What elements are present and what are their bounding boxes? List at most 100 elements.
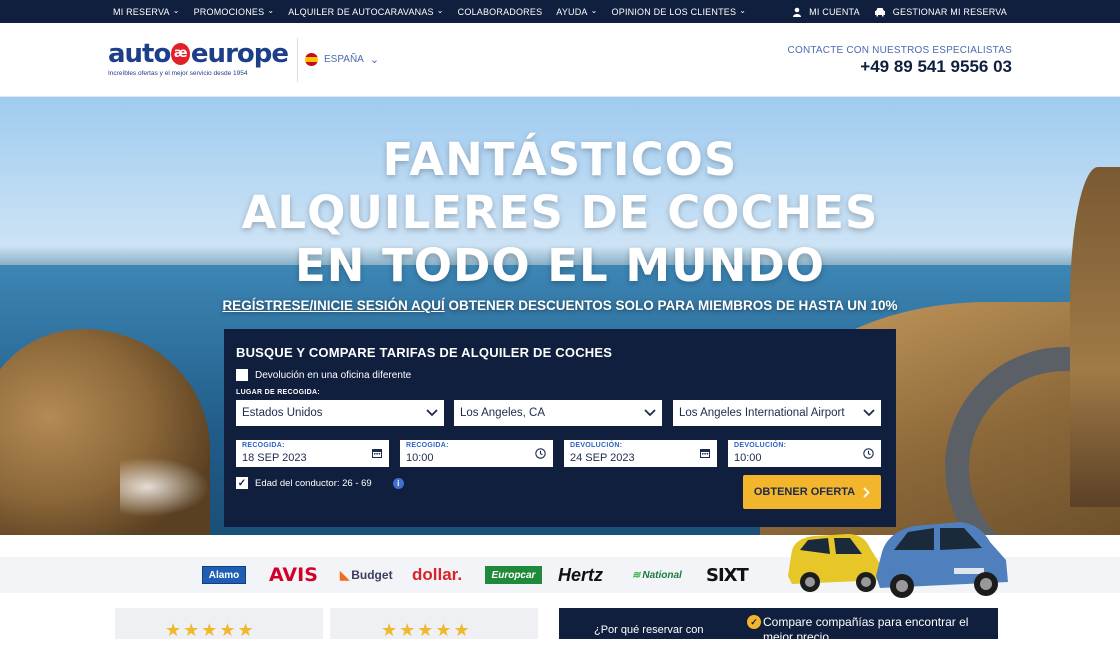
chevron-right-icon xyxy=(863,486,870,498)
country-selector[interactable]: ESPAÑA ⌄ xyxy=(305,53,379,66)
chevron-down-icon: ⌄ xyxy=(590,6,598,15)
chevron-down-icon: ⌄ xyxy=(739,6,747,15)
chevron-down-icon xyxy=(863,409,875,417)
nav-mi-reserva[interactable]: MI RESERVA ⌄ xyxy=(113,6,180,17)
national-mark-icon: ≋ xyxy=(632,569,641,581)
pickup-location-label: LUGAR DE RECOGIDA: xyxy=(236,389,320,396)
country-label: ESPAÑA xyxy=(324,54,364,65)
pickup-date-field[interactable]: RECOGIDA: 18 SEP 2023 xyxy=(236,440,389,467)
nav-opinion[interactable]: OPINION DE LOS CLIENTES ⌄ xyxy=(611,6,747,17)
nav-ayuda[interactable]: AYUDA ⌄ xyxy=(556,6,598,17)
cars-illustration xyxy=(788,522,1008,598)
benefit-text: Compare compañías para encontrar el mejo… xyxy=(763,615,969,644)
budget-logo: ◣ Budget xyxy=(340,566,393,584)
calendar-icon xyxy=(700,449,710,458)
get-offer-label: OBTENER OFERTA xyxy=(753,486,856,498)
my-account-link[interactable]: MI CUENTA xyxy=(792,7,860,17)
dollar-logo: dollar. xyxy=(412,565,463,584)
manage-booking-label: GESTIONAR MI RESERVA xyxy=(892,6,1007,17)
country-select-value: Estados Unidos xyxy=(242,407,323,419)
nav-label: OPINION DE LOS CLIENTES xyxy=(611,6,737,17)
nav-label: MI RESERVA xyxy=(113,6,170,17)
logo-auto: auto xyxy=(108,39,171,69)
europcar-logo: Europcar xyxy=(485,566,542,584)
search-form: BUSQUE Y COMPARE TARIFAS DE ALQUILER DE … xyxy=(224,329,896,527)
budget-mark-icon: ◣ xyxy=(340,568,350,582)
chevron-down-icon: ⌄ xyxy=(436,6,444,15)
return-time-value: 10:00 xyxy=(734,452,762,464)
nav-label: ALQUILER DE AUTOCARAVANAS xyxy=(288,6,434,17)
hero-headline-line3: EN TODO EL MUNDO xyxy=(295,239,825,292)
pickup-time-field[interactable]: RECOGIDA: 10:00 xyxy=(400,440,553,467)
budget-wordmark: Budget xyxy=(351,568,393,582)
top-nav-menu: MI RESERVA ⌄ PROMOCIONES ⌄ ALQUILER DE AUT… xyxy=(113,0,746,23)
hero-headline: FANTÁSTICOS ALQUILERES DE COCHES EN TODO… xyxy=(0,133,1120,292)
chevron-down-icon: ⌄ xyxy=(172,6,180,15)
header-divider xyxy=(297,38,298,82)
register-login-link[interactable]: REGÍSTRESE/INICIE SESIÓN AQUÍ xyxy=(222,298,444,313)
nav-label: COLABORADORES xyxy=(457,6,543,17)
my-account-label: MI CUENTA xyxy=(809,6,860,17)
manage-booking-link[interactable]: GESTIONAR MI RESERVA xyxy=(874,7,1007,17)
return-time-field[interactable]: DEVOLUCIÓN: 10:00 xyxy=(728,440,881,467)
chevron-down-icon xyxy=(426,409,438,417)
logo-ae-mark: æ xyxy=(171,43,190,65)
city-select[interactable]: Los Angeles, CA xyxy=(454,400,662,426)
site-header: auto æ europe Increíbles ofertas y el me… xyxy=(0,23,1120,97)
rating-stars-2: ★★★★★ xyxy=(381,620,472,640)
why-book-text: ¿Por qué reservar con xyxy=(594,624,704,636)
yellow-car-image xyxy=(788,534,884,592)
pickup-date-label: RECOGIDA: xyxy=(242,442,285,449)
member-promo: REGÍSTRESE/INICIE SESIÓN AQUÍ OBTENER DE… xyxy=(0,298,1120,313)
clock-icon xyxy=(535,448,546,459)
driver-age-label: Edad del conductor: 26 - 69 xyxy=(255,477,372,489)
promo-text: OBTENER DESCUENTOS SOLO PARA MIEMBROS DE… xyxy=(444,298,898,313)
alamo-logo: Alamo xyxy=(202,566,246,584)
hertz-logo: Hertz xyxy=(558,564,604,585)
logo-tagline: Increíbles ofertas y el mejor servicio d… xyxy=(108,70,248,77)
return-date-field[interactable]: DEVOLUCIÓN: 24 SEP 2023 xyxy=(564,440,717,467)
different-office-row: Devolución en una oficina diferente xyxy=(236,369,411,381)
nav-autocaravanas[interactable]: ALQUILER DE AUTOCARAVANAS ⌄ xyxy=(288,6,444,17)
return-time-label: DEVOLUCIÓN: xyxy=(734,442,787,449)
nav-promociones[interactable]: PROMOCIONES ⌄ xyxy=(193,6,275,17)
different-office-checkbox[interactable] xyxy=(236,369,248,381)
contact-label: CONTACTE CON NUESTROS ESPECIALISTAS xyxy=(787,45,1012,56)
country-select[interactable]: Estados Unidos xyxy=(236,400,444,426)
user-icon xyxy=(793,7,802,17)
different-office-label: Devolución en una oficina diferente xyxy=(255,369,412,381)
pickup-time-label: RECOGIDA: xyxy=(406,442,449,449)
driver-age-checkbox[interactable]: ✓ xyxy=(236,477,248,489)
driver-age-row: ✓ Edad del conductor: 26 - 69 i xyxy=(236,477,404,489)
contact-phone[interactable]: +49 89 541 9556 03 xyxy=(788,57,1012,77)
pickup-location-value: Los Angeles International Airport xyxy=(679,407,845,419)
pickup-location-select[interactable]: Los Angeles International Airport xyxy=(673,400,881,426)
return-date-label: DEVOLUCIÓN: xyxy=(570,442,623,449)
contact-block: CONTACTE CON NUESTROS ESPECIALISTAS +49 … xyxy=(788,45,1012,77)
spain-flag-icon xyxy=(305,53,318,66)
car-icon xyxy=(874,7,885,16)
top-nav-account: MI CUENTA GESTIONAR MI RESERVA xyxy=(792,0,1007,23)
top-navigation: MI RESERVA ⌄ PROMOCIONES ⌄ ALQUILER DE AUT… xyxy=(0,0,1120,23)
nav-colaboradores[interactable]: COLABORADORES xyxy=(458,7,543,17)
national-wordmark: National xyxy=(642,569,682,581)
check-circle-icon: ✓ xyxy=(747,615,761,629)
pickup-date-value: 18 SEP 2023 xyxy=(242,452,307,464)
chevron-down-icon: ⌄ xyxy=(267,6,275,15)
logo-europe: europe xyxy=(190,39,289,69)
sixt-logo: SIXT xyxy=(706,564,749,586)
calendar-icon xyxy=(372,449,382,458)
get-offer-button[interactable]: OBTENER OFERTA xyxy=(743,475,881,509)
hero-headline-line2: ALQUILERES DE COCHES xyxy=(241,186,879,239)
hero-headline-line1: FANTÁSTICOS xyxy=(382,133,738,186)
nav-label: AYUDA xyxy=(556,6,588,17)
hero-foam xyxy=(120,457,210,517)
city-select-value: Los Angeles, CA xyxy=(460,407,546,419)
why-book-panel: ¿Por qué reservar con ✓ Compare compañía… xyxy=(559,608,998,644)
rating-stars-1: ★★★★★ xyxy=(165,620,256,640)
autoeurope-logo[interactable]: auto æ europe Increíbles ofertas y el me… xyxy=(108,39,289,88)
national-logo: ≋ National xyxy=(632,566,682,584)
info-icon[interactable]: i xyxy=(392,477,404,489)
nav-label: PROMOCIONES xyxy=(193,6,265,17)
clock-icon xyxy=(863,448,874,459)
